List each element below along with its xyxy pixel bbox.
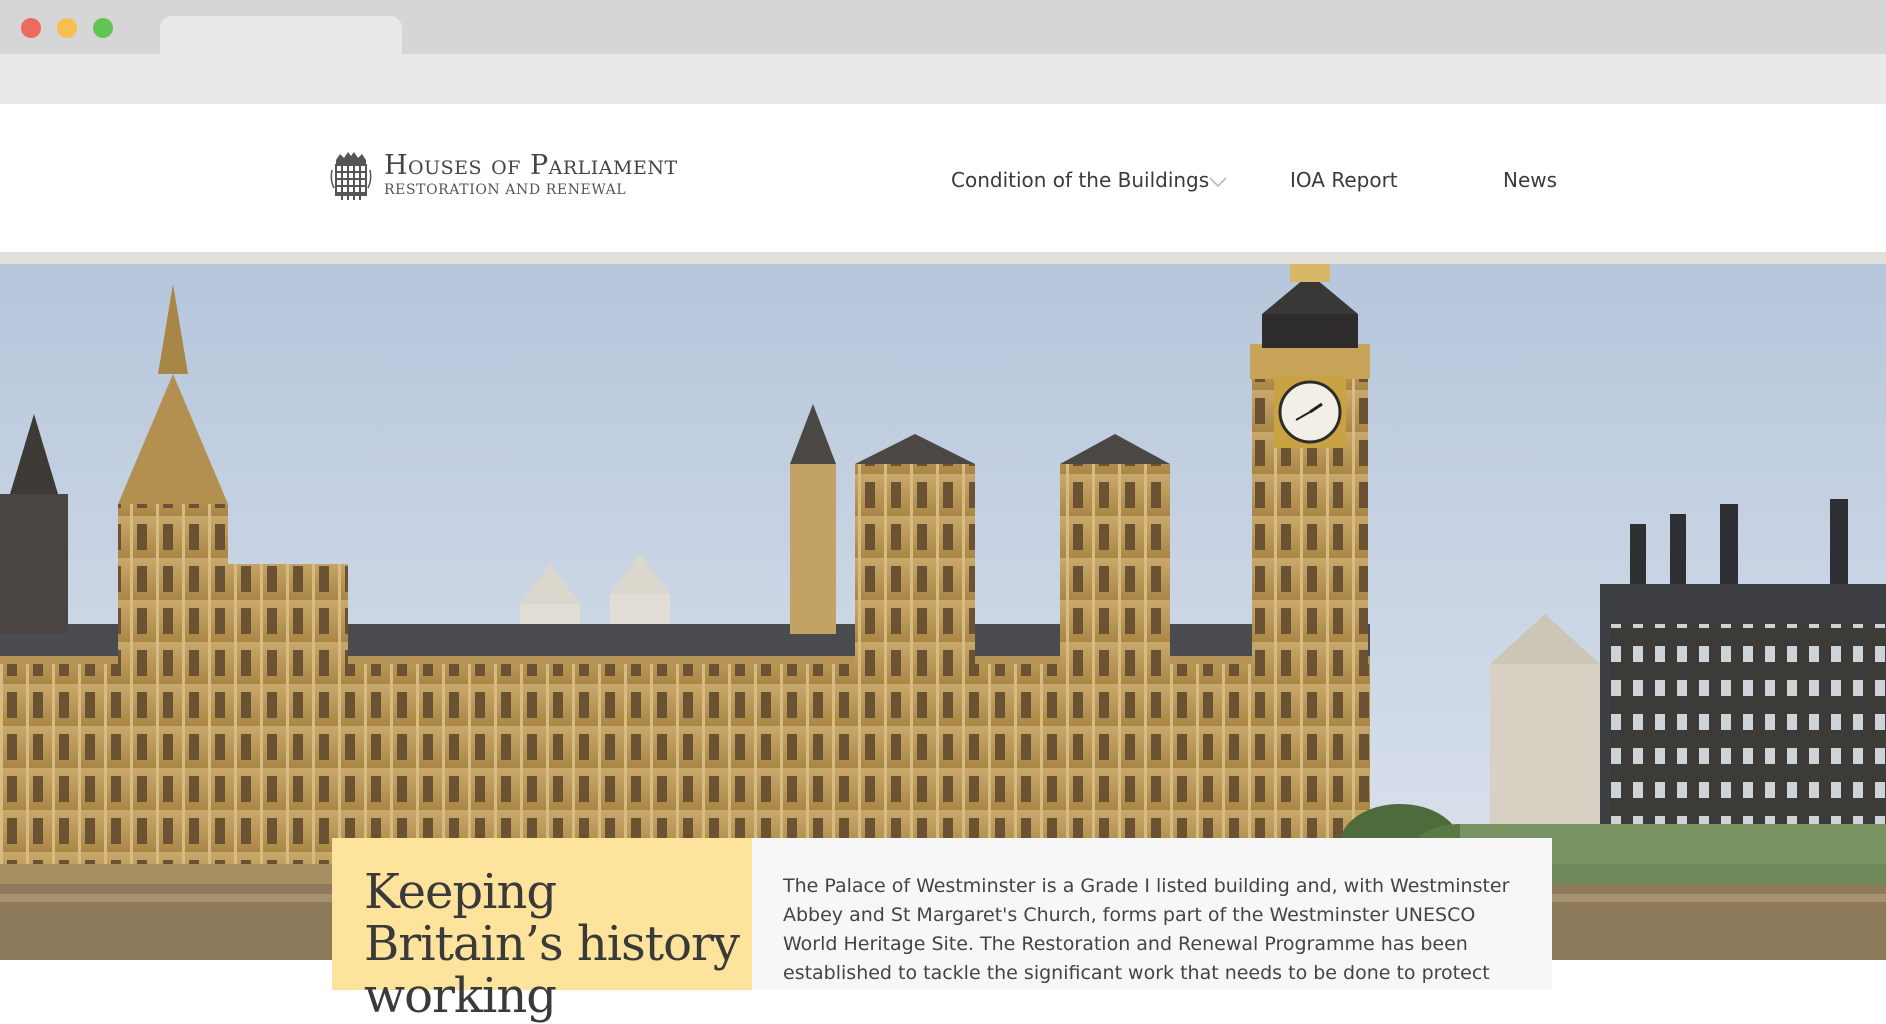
header-divider [0,252,1886,264]
minimize-window-button[interactable] [57,18,77,38]
hero-body-text: The Palace of Westminster is a Grade I l… [783,875,1510,984]
chevron-down-icon[interactable] [1209,176,1227,188]
browser-toolbar [0,54,1886,104]
site-logo[interactable]: Houses of Parliament Restoration and Ren… [330,150,700,212]
browser-titlebar [0,0,1886,54]
hero-title-card: Keeping Britain’s history working [332,838,752,1022]
logo-title: Houses of Parliament [384,150,678,181]
nav-item-news[interactable]: News [1503,168,1557,192]
hero-text-card: The Palace of Westminster is a Grade I l… [752,838,1552,990]
logo-subtitle: Restoration and Renewal [384,182,627,198]
nav-item-condition-of-the-buildings[interactable]: Condition of the Buildings [951,168,1209,192]
close-window-button[interactable] [21,18,41,38]
nav-item-ioa-report[interactable]: IOA Report [1290,168,1398,192]
maximize-window-button[interactable] [93,18,113,38]
portcullis-icon [330,152,372,200]
browser-tab[interactable] [160,16,402,54]
hero-title: Keeping Britain’s history working [364,864,740,1024]
site-header: Houses of Parliament Restoration and Ren… [0,104,1886,252]
